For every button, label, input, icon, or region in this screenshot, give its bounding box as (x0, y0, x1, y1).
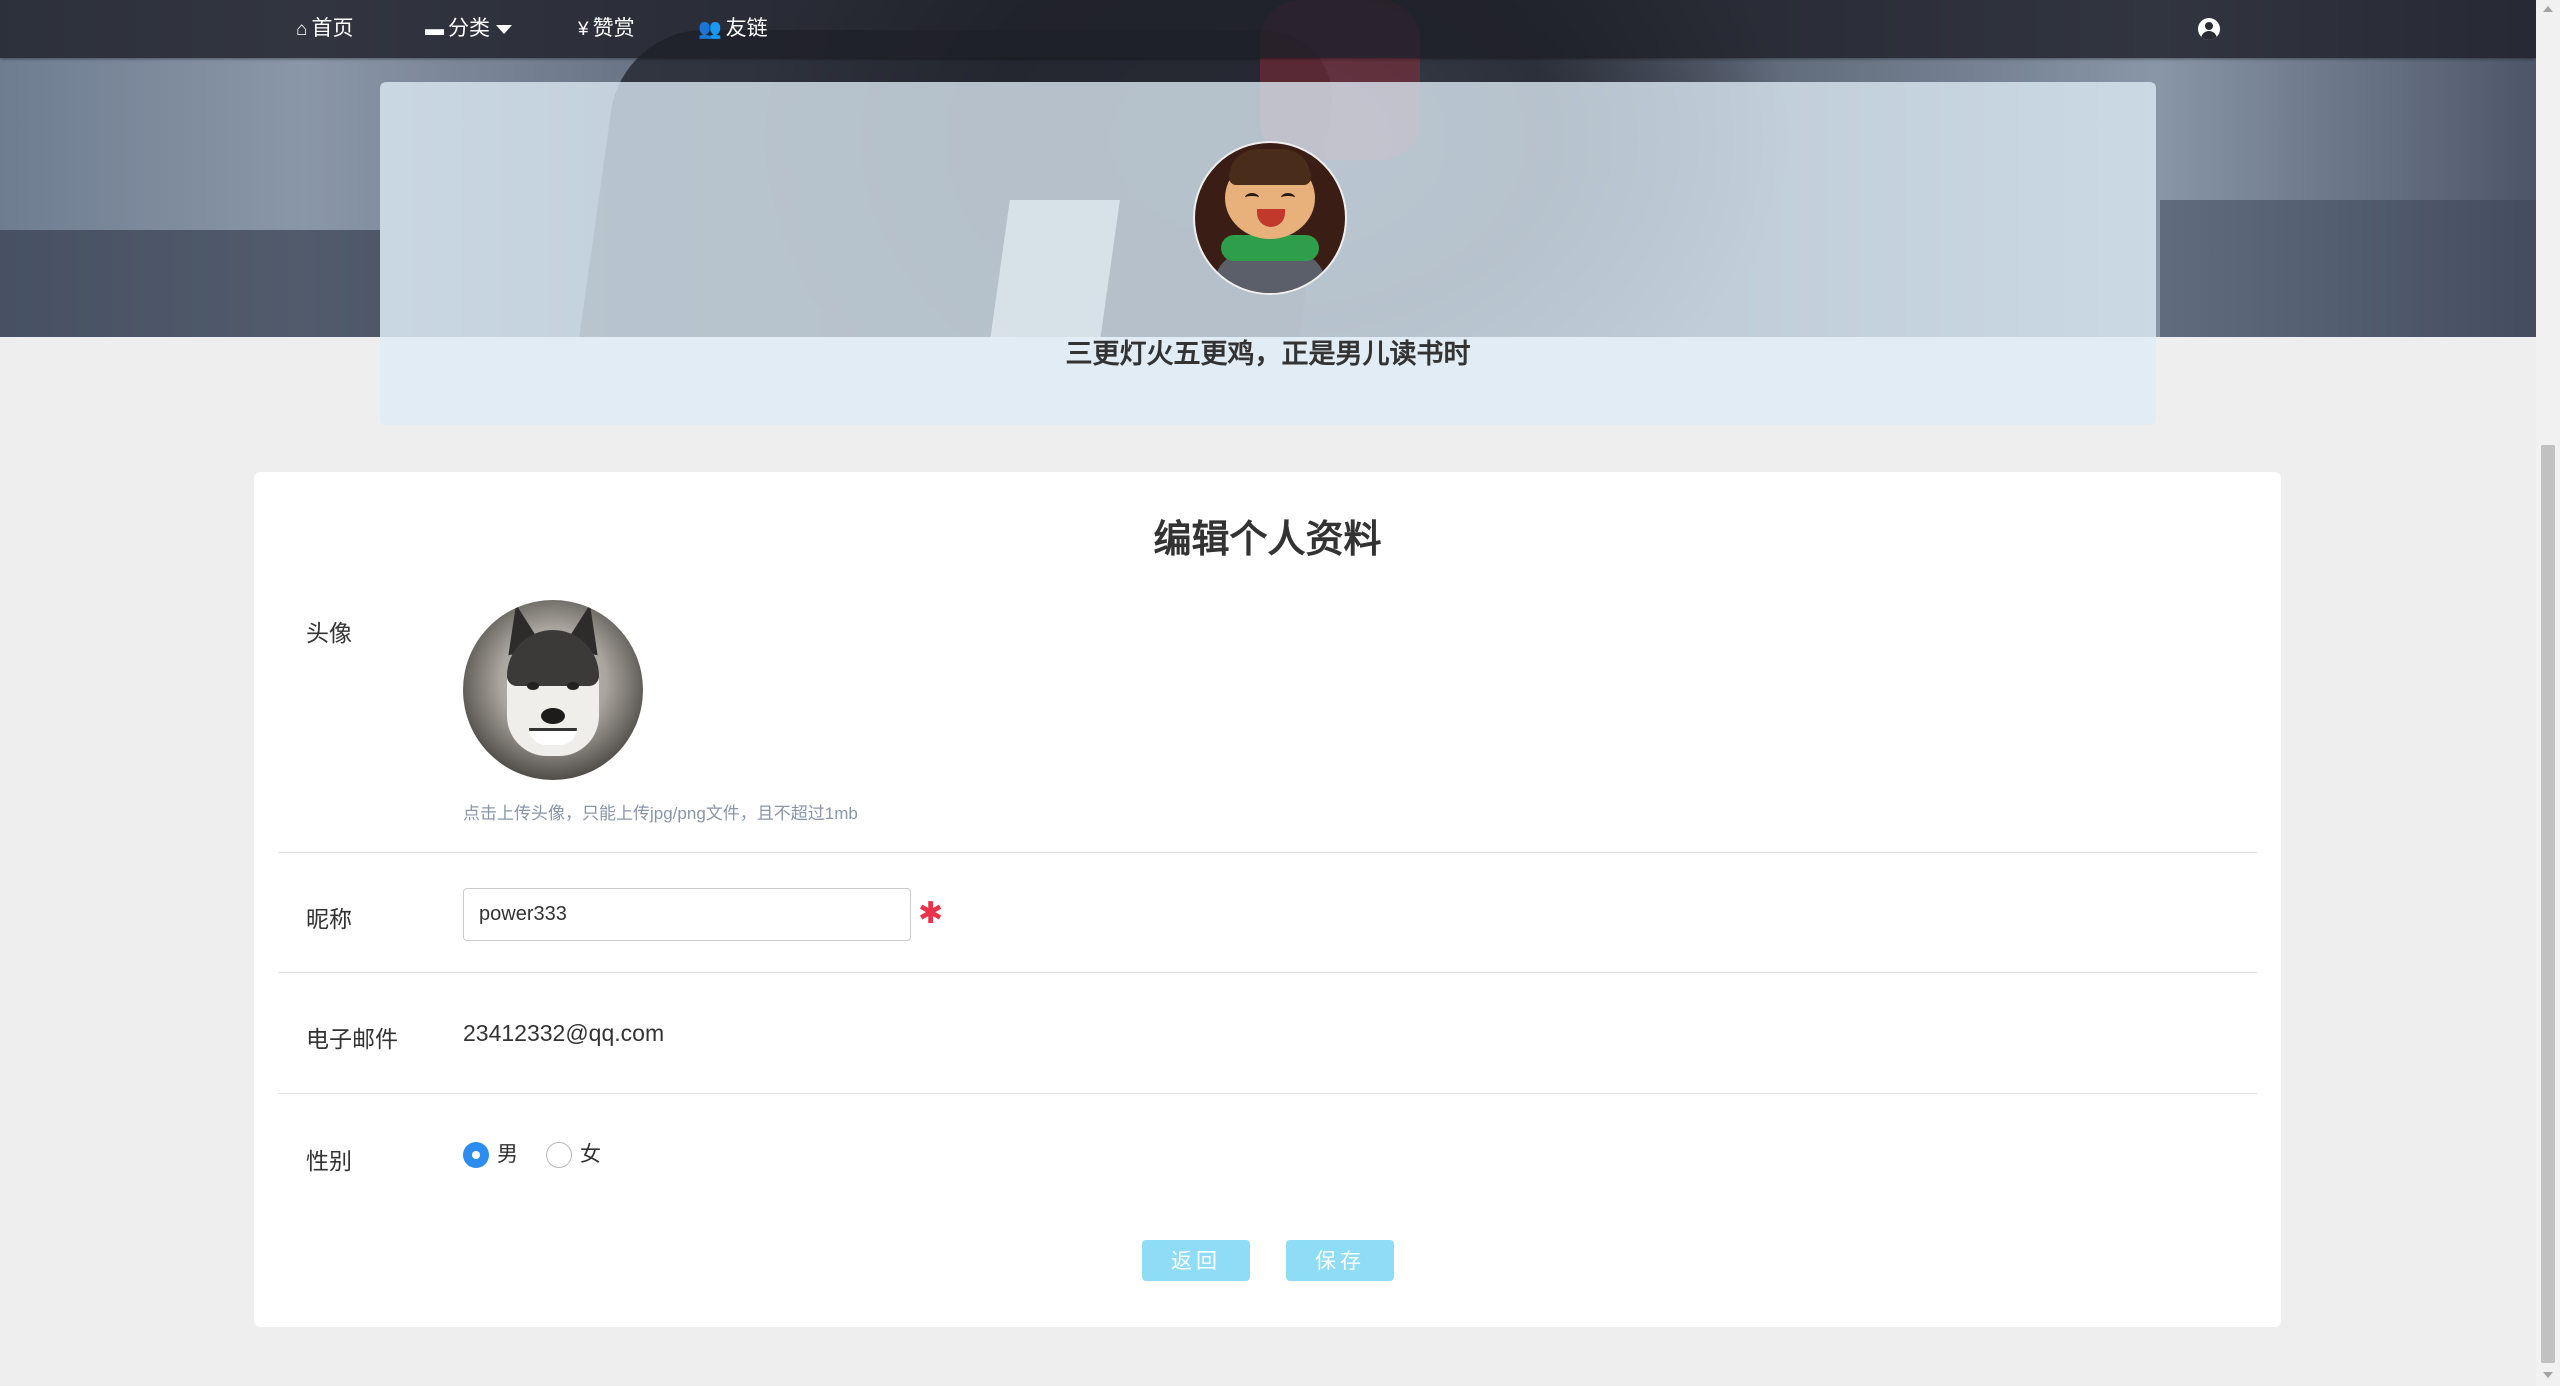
user-circle-icon[interactable] (2198, 18, 2220, 40)
page-title: 编辑个人资料 (1153, 519, 1382, 561)
banner-motto: 三更灯火五更鸡，正是男儿读书时 (1065, 339, 1471, 369)
yen-icon: ¥ (578, 19, 589, 40)
chevron-down-icon (496, 24, 512, 34)
nav-category-label: 分类 (448, 17, 490, 40)
nav-friends[interactable]: 👥 友链 (698, 0, 768, 58)
nav-home[interactable]: ⌂ 首页 (296, 0, 353, 58)
banner-avatar (1193, 141, 1347, 295)
avatar-upload-hint: 点击上传头像，只能上传jpg/png文件，且不超过1mb (463, 804, 858, 823)
edit-profile-card: 编辑个人资料 头像 点击上传头像，只能上传jpg/png文件，且不超过1mb 昵… (254, 472, 2281, 1327)
nav-friends-label: 友链 (725, 17, 768, 40)
required-mark: ✱ (918, 897, 944, 930)
archive-icon: ▬ (425, 19, 444, 40)
radio-unchecked-icon[interactable] (546, 1142, 572, 1168)
gender-label: 性别 (306, 1148, 352, 1174)
divider (278, 972, 2257, 973)
page-scrollbar[interactable] (2536, 0, 2560, 1386)
scroll-up-icon[interactable] (2543, 6, 2553, 12)
email-label: 电子邮件 (306, 1026, 398, 1052)
nav-reward[interactable]: ¥ 赞赏 (578, 0, 635, 58)
back-button[interactable]: 返回 (1142, 1240, 1250, 1281)
radio-checked-icon[interactable] (463, 1142, 489, 1168)
nav-category[interactable]: ▬ 分类 (425, 0, 512, 58)
avatar-upload[interactable] (463, 600, 643, 780)
gender-option-label: 男 (497, 1143, 518, 1166)
profile-banner: 三更灯火五更鸡，正是男儿读书时 (380, 82, 2156, 425)
divider (278, 1093, 2257, 1094)
nickname-label: 昵称 (306, 906, 352, 932)
home-icon: ⌂ (296, 19, 308, 40)
users-icon: 👥 (698, 19, 722, 40)
top-navbar: ⌂ 首页 ▬ 分类 ¥ 赞赏 👥 友链 (0, 0, 2536, 58)
save-button[interactable]: 保存 (1286, 1240, 1394, 1281)
email-value: 23412332@qq.com (463, 1020, 665, 1046)
divider (278, 852, 2257, 853)
nav-reward-label: 赞赏 (592, 17, 635, 40)
nav-home-label: 首页 (311, 17, 354, 40)
nickname-input[interactable] (463, 888, 911, 941)
scroll-down-icon[interactable] (2543, 1372, 2553, 1378)
avatar-label: 头像 (306, 620, 352, 646)
gender-option-label: 女 (580, 1143, 601, 1166)
scroll-thumb[interactable] (2541, 445, 2555, 1363)
